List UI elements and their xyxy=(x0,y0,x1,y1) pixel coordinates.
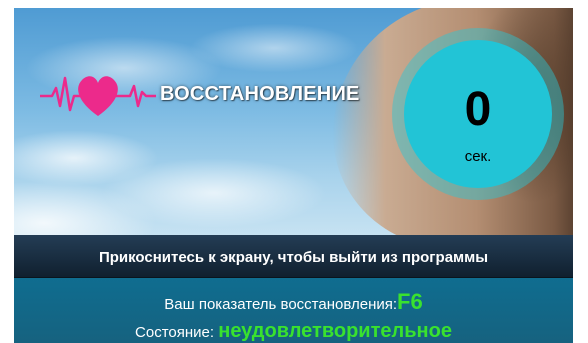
instruction-text: Прикоснитесь к экрану, чтобы выйти из пр… xyxy=(98,249,489,266)
recovery-screen[interactable]: 0 сек. ВОССТАНОВЛЕНИЕ Прикоснитесь к экр… xyxy=(14,8,573,343)
heart-pulse-icon xyxy=(40,76,156,116)
score-line: Ваш показатель восстановления:F6 xyxy=(14,289,573,315)
score-value: F6 xyxy=(397,289,423,314)
state-label: Состояние: xyxy=(135,324,215,341)
timer-value: 0 xyxy=(464,83,492,136)
app-title: ВОССТАНОВЛЕНИЕ xyxy=(160,83,360,105)
state-line: Состояние: неудовлетворительное xyxy=(14,320,573,343)
score-label: Ваш показатель восстановления: xyxy=(164,296,398,313)
state-value: неудовлетворительное xyxy=(218,320,452,342)
timer-unit: сек. xyxy=(464,148,492,165)
